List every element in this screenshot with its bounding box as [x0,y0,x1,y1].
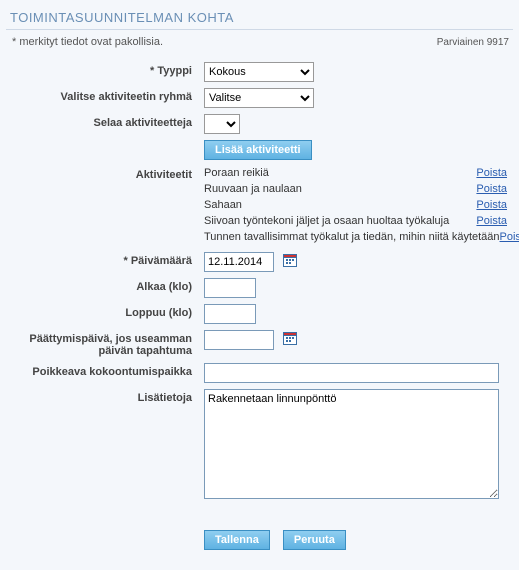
end-day-input[interactable] [204,330,274,350]
save-button[interactable]: Tallenna [204,530,270,550]
label-browse-activities: Selaa aktiviteetteja [12,114,192,129]
label-date: * Päivämäärä [12,252,192,267]
browse-select[interactable] [204,114,240,134]
group-select[interactable]: Valitse [204,88,314,108]
required-note: * merkityt tiedot ovat pakollisia. [12,36,163,48]
label-more-info: Lisätietoja [12,389,192,404]
label-alt-location: Poikkeava kokoontumispaikka [12,363,192,378]
activity-text: Poraan reikiä [204,166,269,182]
activity-row: Poraan reikiä Poista [204,166,507,182]
cancel-button[interactable]: Peruuta [283,530,346,550]
alt-location-input[interactable] [204,363,499,383]
page-title: TOIMINTASUUNNITELMAN KOHTA [6,4,513,30]
activity-text: Siivoan työntekoni jäljet ja osaan huolt… [204,214,449,230]
activity-delete-link[interactable]: Poista [500,230,519,246]
starts-input[interactable] [204,278,256,298]
activity-text: Sahaan [204,198,242,214]
calendar-icon[interactable] [283,331,297,348]
date-input[interactable] [204,252,274,272]
activity-text: Tunnen tavallisimmat työkalut ja tiedän,… [204,230,500,246]
activity-row: Tunnen tavallisimmat työkalut ja tiedän,… [204,230,507,246]
add-activity-button[interactable]: Lisää aktiviteetti [204,140,312,160]
label-end-day: Päättymispäivä, jos useamman päivän tapa… [12,330,192,357]
activity-row: Siivoan työntekoni jäljet ja osaan huolt… [204,214,507,230]
label-ends: Loppuu (klo) [12,304,192,319]
activity-delete-link[interactable]: Poista [476,214,507,230]
calendar-icon[interactable] [283,253,297,270]
label-activity-group: Valitse aktiviteetin ryhmä [12,88,192,103]
activity-text: Ruuvaan ja naulaan [204,182,302,198]
activity-delete-link[interactable]: Poista [476,198,507,214]
activity-delete-link[interactable]: Poista [476,182,507,198]
label-activities: Aktiviteetit [12,166,192,181]
user-label: Parviainen 9917 [437,37,509,48]
ends-input[interactable] [204,304,256,324]
label-starts: Alkaa (klo) [12,278,192,293]
activity-row: Ruuvaan ja naulaan Poista [204,182,507,198]
activity-row: Sahaan Poista [204,198,507,214]
more-info-textarea[interactable] [204,389,499,499]
label-type: * Tyyppi [12,62,192,77]
type-select[interactable]: Kokous [204,62,314,82]
activity-delete-link[interactable]: Poista [476,166,507,182]
